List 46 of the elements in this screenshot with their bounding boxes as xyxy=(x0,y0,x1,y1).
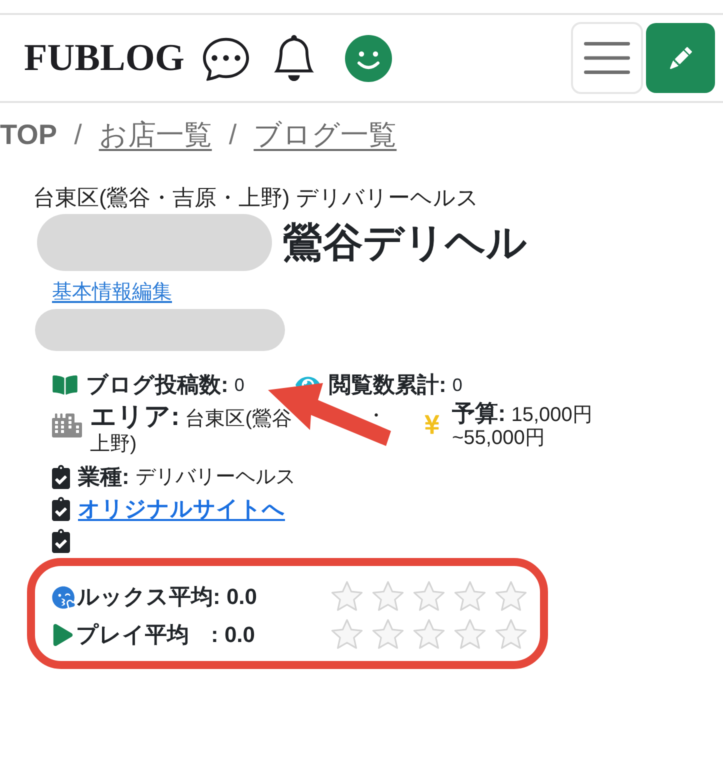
budget-text: 予算: 15,000円~55,000円 xyxy=(452,402,594,450)
book-icon xyxy=(52,374,78,396)
genre-value: デリバリーヘルス xyxy=(135,465,296,490)
breadcrumb-current: TOP xyxy=(0,121,58,149)
menu-button[interactable] xyxy=(571,22,643,94)
breadcrumb-separator: / xyxy=(228,121,237,149)
stat-value: 0 xyxy=(452,374,462,397)
rating-label: ルックス平均: 0.0 xyxy=(77,584,258,610)
smiley-avatar-icon[interactable] xyxy=(345,34,392,82)
shop-name: 鶯谷デリヘル xyxy=(283,222,527,262)
menu-icon xyxy=(584,42,630,74)
original-site-link[interactable]: オリジナルサイトへ xyxy=(78,496,285,522)
genre-label: 業種: xyxy=(78,464,130,490)
stat-label: 閲覧数累計: xyxy=(329,372,446,398)
star-icon xyxy=(494,580,528,614)
star-icon xyxy=(330,580,364,614)
buildings-icon xyxy=(52,412,82,439)
rating-label: プレイ平均 : 0.0 xyxy=(76,622,256,648)
stat-value: 0 xyxy=(234,374,244,397)
yen-icon xyxy=(424,412,440,437)
clipboard-check-icon xyxy=(52,529,70,553)
area-text: 上野) xyxy=(90,433,137,456)
breadcrumb-link[interactable]: お店一覧 xyxy=(98,121,212,149)
clipboard-check-icon xyxy=(52,465,70,489)
clipboard-check-icon xyxy=(52,497,70,521)
star-icon xyxy=(453,580,487,614)
star-icon xyxy=(494,618,528,652)
edit-info-link[interactable]: 基本情報編集 xyxy=(52,280,172,304)
play-icon xyxy=(52,624,74,646)
star-icon xyxy=(453,618,487,652)
edit-button[interactable] xyxy=(646,23,715,93)
site-logo[interactable]: FUBLOG xyxy=(24,39,184,77)
star-icon xyxy=(371,580,405,614)
stat-label: ブログ投稿数: xyxy=(86,372,228,398)
pencil-icon xyxy=(670,47,692,69)
breadcrumb-separator: / xyxy=(74,121,82,149)
star-icon xyxy=(371,618,405,652)
area-text: エリア: 台東区(鶯谷 xyxy=(90,402,292,433)
star-icon xyxy=(412,618,446,652)
star-icon xyxy=(412,580,446,614)
star-icon xyxy=(330,618,364,652)
area-text: ・ xyxy=(366,405,386,428)
kiss-face-icon xyxy=(52,586,75,608)
chat-icon[interactable] xyxy=(201,35,252,81)
shop-area-genre: 台東区(鶯谷・吉原・上野) デリバリーヘルス xyxy=(33,185,480,211)
breadcrumb-link[interactable]: ブログ一覧 xyxy=(254,121,397,149)
